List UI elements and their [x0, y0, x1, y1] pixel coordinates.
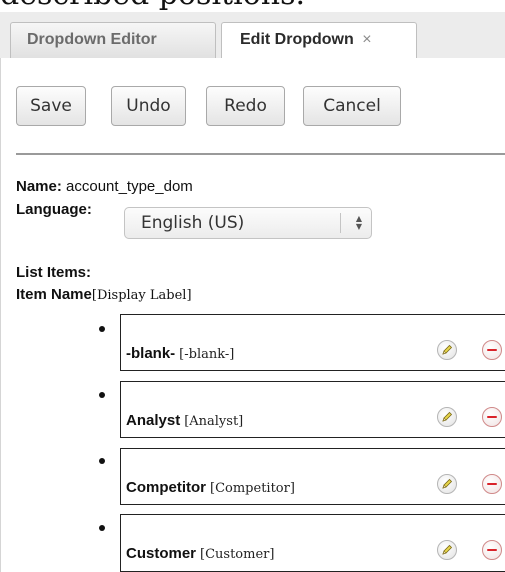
list-bullet: [99, 458, 105, 464]
up-down-arrows-icon: ▲ ▼: [355, 214, 362, 231]
item-label: -blank- [-blank-]: [126, 345, 234, 362]
name-value: account_type_dom: [66, 178, 193, 195]
item-display-label: [-blank-]: [179, 347, 235, 362]
list-item[interactable]: Analyst [Analyst]: [120, 381, 505, 438]
list-item[interactable]: Competitor [Competitor]: [120, 448, 505, 505]
item-display-label: [Competitor]: [210, 481, 295, 496]
undo-button[interactable]: Undo: [111, 86, 186, 126]
redo-button[interactable]: Redo: [206, 86, 285, 126]
item-name: Analyst: [126, 412, 181, 429]
close-icon[interactable]: ×: [362, 31, 371, 48]
tab-dropdown-editor[interactable]: Dropdown Editor: [10, 22, 216, 58]
minus-circle-icon[interactable]: [482, 540, 502, 560]
name-label: Name:: [16, 178, 62, 195]
list-bullet: [99, 525, 105, 531]
item-label: Competitor [Competitor]: [126, 479, 295, 496]
save-button[interactable]: Save: [16, 86, 86, 126]
list-bullet: [99, 392, 105, 398]
list-header: Item Name[Display Label]: [16, 286, 192, 303]
tab-edit-dropdown[interactable]: Edit Dropdown ×: [221, 22, 417, 59]
list-item[interactable]: Customer [Customer]: [120, 514, 505, 572]
tab-label: Edit Dropdown: [240, 31, 354, 48]
pencil-icon[interactable]: [437, 407, 457, 427]
cropped-heading-text: described positions.: [0, 0, 505, 12]
minus-circle-icon[interactable]: [482, 474, 502, 494]
cancel-button[interactable]: Cancel: [303, 86, 401, 126]
list-item[interactable]: -blank- [-blank-]: [120, 314, 505, 371]
tab-bar: Dropdown Editor Edit Dropdown ×: [0, 12, 505, 59]
item-display-label: [Customer]: [200, 547, 275, 562]
item-name: Customer: [126, 545, 197, 562]
name-row: Name: account_type_dom: [16, 178, 193, 195]
item-display-label: [Analyst]: [184, 414, 244, 429]
language-select[interactable]: English (US) ▲ ▼: [124, 207, 372, 239]
item-name-header: Item Name: [16, 286, 92, 303]
list-items-label: List Items:: [16, 264, 92, 281]
item-label: Customer [Customer]: [126, 545, 274, 562]
item-name: Competitor: [126, 479, 206, 496]
pencil-icon[interactable]: [437, 540, 457, 560]
tab-label: Dropdown Editor: [27, 31, 157, 48]
select-divider: [340, 213, 341, 233]
item-label: Analyst [Analyst]: [126, 412, 243, 429]
minus-circle-icon[interactable]: [482, 340, 502, 360]
language-label: Language:: [16, 201, 92, 218]
language-selected-value: English (US): [141, 213, 245, 233]
pencil-icon[interactable]: [437, 340, 457, 360]
display-label-header: [Display Label]: [91, 288, 192, 303]
pencil-icon[interactable]: [437, 474, 457, 494]
list-bullet: [99, 326, 105, 332]
minus-circle-icon[interactable]: [482, 407, 502, 427]
item-name: -blank-: [126, 345, 176, 362]
divider: [16, 153, 505, 155]
